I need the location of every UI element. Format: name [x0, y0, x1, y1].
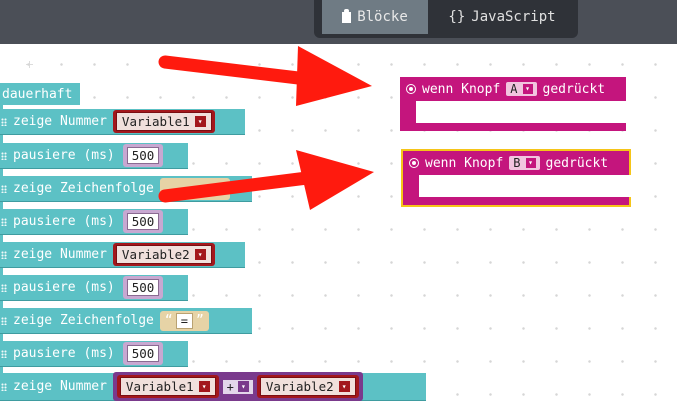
- arrow-icon: [158, 46, 372, 106]
- arrow-icon: [158, 150, 374, 210]
- annotation-arrows: [158, 46, 374, 210]
